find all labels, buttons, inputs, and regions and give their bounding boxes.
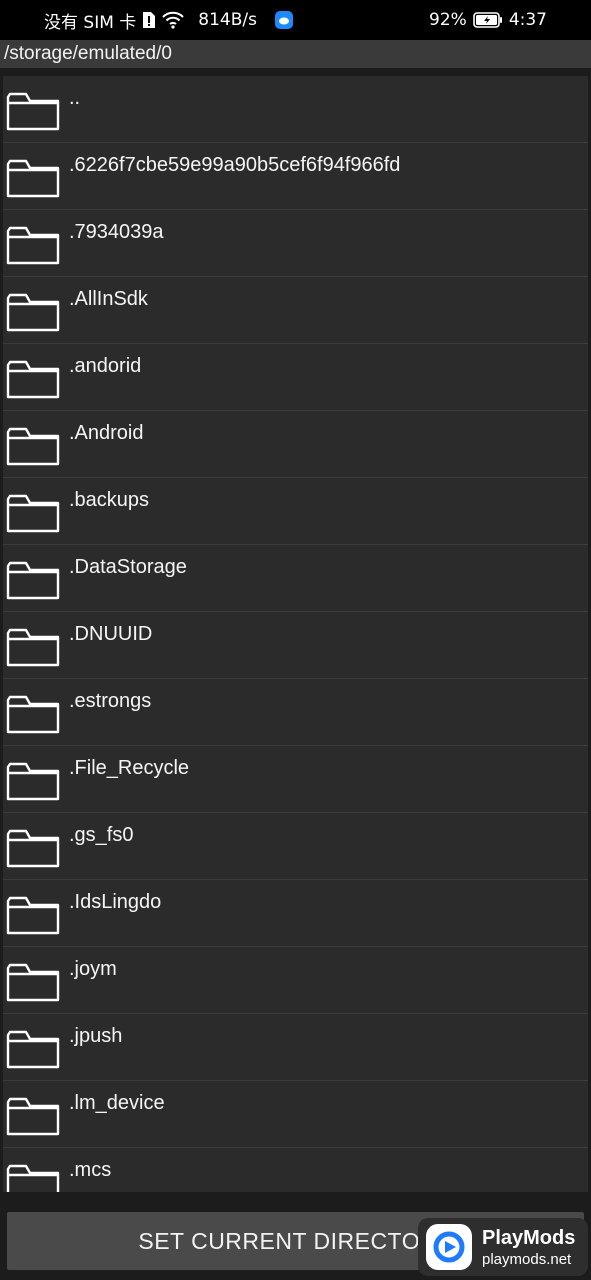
- list-item[interactable]: .IdsLingdo: [3, 880, 588, 947]
- folder-name: .7934039a: [69, 221, 164, 243]
- folder-icon: [6, 894, 60, 936]
- folder-icon: [6, 693, 60, 735]
- list-item[interactable]: ..: [3, 76, 588, 143]
- battery-percent: 92%: [429, 10, 467, 30]
- list-item[interactable]: .andorid: [3, 344, 588, 411]
- folder-icon: [6, 760, 60, 802]
- list-item[interactable]: .File_Recycle: [3, 746, 588, 813]
- list-item[interactable]: .backups: [3, 478, 588, 545]
- list-item[interactable]: .DataStorage: [3, 545, 588, 612]
- status-bar: 没有 SIM 卡 814B/s 92% 4:37: [0, 0, 591, 40]
- folder-icon: [6, 358, 60, 400]
- folder-icon: [6, 1162, 60, 1192]
- folder-name: ..: [69, 87, 81, 109]
- folder-name: .lm_device: [69, 1092, 165, 1114]
- folder-name: .DataStorage: [69, 556, 187, 578]
- watermark-url: playmods.net: [482, 1250, 572, 1268]
- folder-name: .joym: [69, 958, 117, 980]
- folder-name: .DNUUID: [69, 623, 153, 645]
- folder-icon: [6, 1028, 60, 1070]
- folder-icon: [6, 626, 60, 668]
- list-item[interactable]: .Android: [3, 411, 588, 478]
- folder-name: .jpush: [69, 1025, 123, 1047]
- list-item[interactable]: .joym: [3, 947, 588, 1014]
- folder-name: .gs_fs0: [69, 824, 134, 846]
- list-item[interactable]: .gs_fs0: [3, 813, 588, 880]
- list-item[interactable]: .6226f7cbe59e99a90b5cef6f94f966fd: [3, 143, 588, 210]
- folder-name: .File_Recycle: [69, 757, 190, 779]
- playmods-watermark: PlayMods playmods.net: [418, 1218, 588, 1276]
- list-item[interactable]: .jpush: [3, 1014, 588, 1081]
- folder-name: .mcs: [69, 1159, 112, 1181]
- folder-icon: [6, 425, 60, 467]
- folder-name: .AllInSdk: [69, 288, 148, 310]
- current-path: /storage/emulated/0: [0, 40, 591, 68]
- wifi-icon: [162, 11, 184, 29]
- list-item[interactable]: .lm_device: [3, 1081, 588, 1148]
- folder-name: .backups: [69, 489, 150, 511]
- folder-icon: [6, 90, 60, 132]
- battery-charging-icon: [473, 12, 503, 28]
- folder-icon: [6, 827, 60, 869]
- folder-name: .estrongs: [69, 690, 152, 712]
- file-list[interactable]: .. .6226f7cbe59e99a90b5cef6f94f966fd .7934…: [3, 76, 588, 1192]
- folder-name: .6226f7cbe59e99a90b5cef6f94f966fd: [69, 154, 401, 176]
- list-item[interactable]: .7934039a: [3, 210, 588, 277]
- carrier-text: 没有 SIM 卡: [44, 12, 137, 33]
- list-item[interactable]: .mcs: [3, 1148, 588, 1192]
- folder-name: .IdsLingdo: [69, 891, 162, 913]
- list-item[interactable]: .estrongs: [3, 679, 588, 746]
- clock: 4:37: [508, 10, 547, 30]
- folder-name: .andorid: [69, 355, 142, 377]
- folder-icon: [6, 1095, 60, 1137]
- folder-icon: [6, 224, 60, 266]
- folder-name: .Android: [69, 422, 144, 444]
- folder-icon: [6, 157, 60, 199]
- app-notification-icon: [274, 11, 293, 29]
- watermark-title: PlayMods: [482, 1226, 576, 1249]
- folder-icon: [6, 492, 60, 534]
- list-item[interactable]: .AllInSdk: [3, 277, 588, 344]
- folder-icon: [6, 559, 60, 601]
- list-item[interactable]: .DNUUID: [3, 612, 588, 679]
- folder-icon: [6, 291, 60, 333]
- network-speed: 814B/s: [198, 10, 257, 30]
- playmods-logo-icon: [426, 1224, 472, 1270]
- folder-icon: [6, 961, 60, 1003]
- set-current-directory-label: SET CURRENT DIRECTORY: [138, 1227, 453, 1254]
- sim-alert-icon: [142, 11, 156, 29]
